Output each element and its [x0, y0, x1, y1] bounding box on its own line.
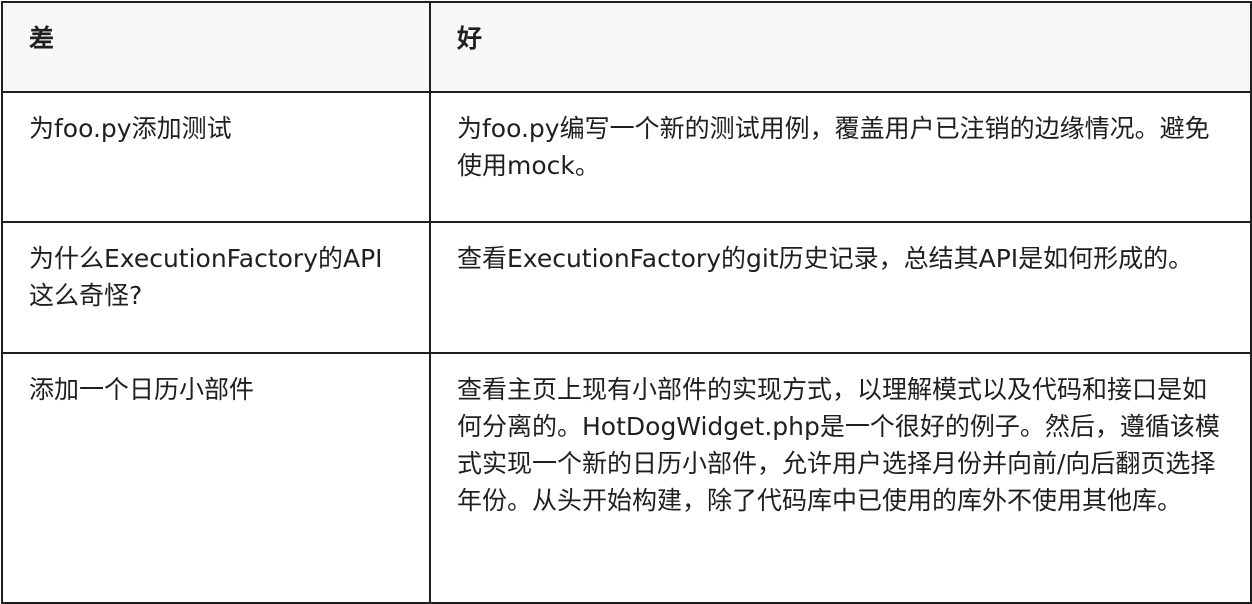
good-example-cell: 查看主页上现有小部件的实现方式，以理解模式以及代码和接口是如何分离的。HotDo…	[429, 352, 1252, 604]
bad-example-cell: 为foo.py添加测试	[1, 91, 431, 223]
good-example-cell: 查看ExecutionFactory的git历史记录，总结其API是如何形成的。	[429, 221, 1252, 354]
comparison-table: 差 好 为foo.py添加测试 为foo.py编写一个新的测试用例，覆盖用户已注…	[1, 1, 1252, 604]
bad-example-cell: 为什么ExecutionFactory的API这么奇怪?	[1, 221, 431, 354]
table-header-row: 差 好	[1, 1, 1252, 93]
header-good: 好	[429, 1, 1252, 93]
table-row: 添加一个日历小部件 查看主页上现有小部件的实现方式，以理解模式以及代码和接口是如…	[1, 352, 1252, 604]
table-row: 为foo.py添加测试 为foo.py编写一个新的测试用例，覆盖用户已注销的边缘…	[1, 91, 1252, 223]
header-bad: 差	[1, 1, 431, 93]
table-row: 为什么ExecutionFactory的API这么奇怪? 查看Execution…	[1, 221, 1252, 354]
bad-example-cell: 添加一个日历小部件	[1, 352, 431, 604]
good-example-cell: 为foo.py编写一个新的测试用例，覆盖用户已注销的边缘情况。避免使用mock。	[429, 91, 1252, 223]
